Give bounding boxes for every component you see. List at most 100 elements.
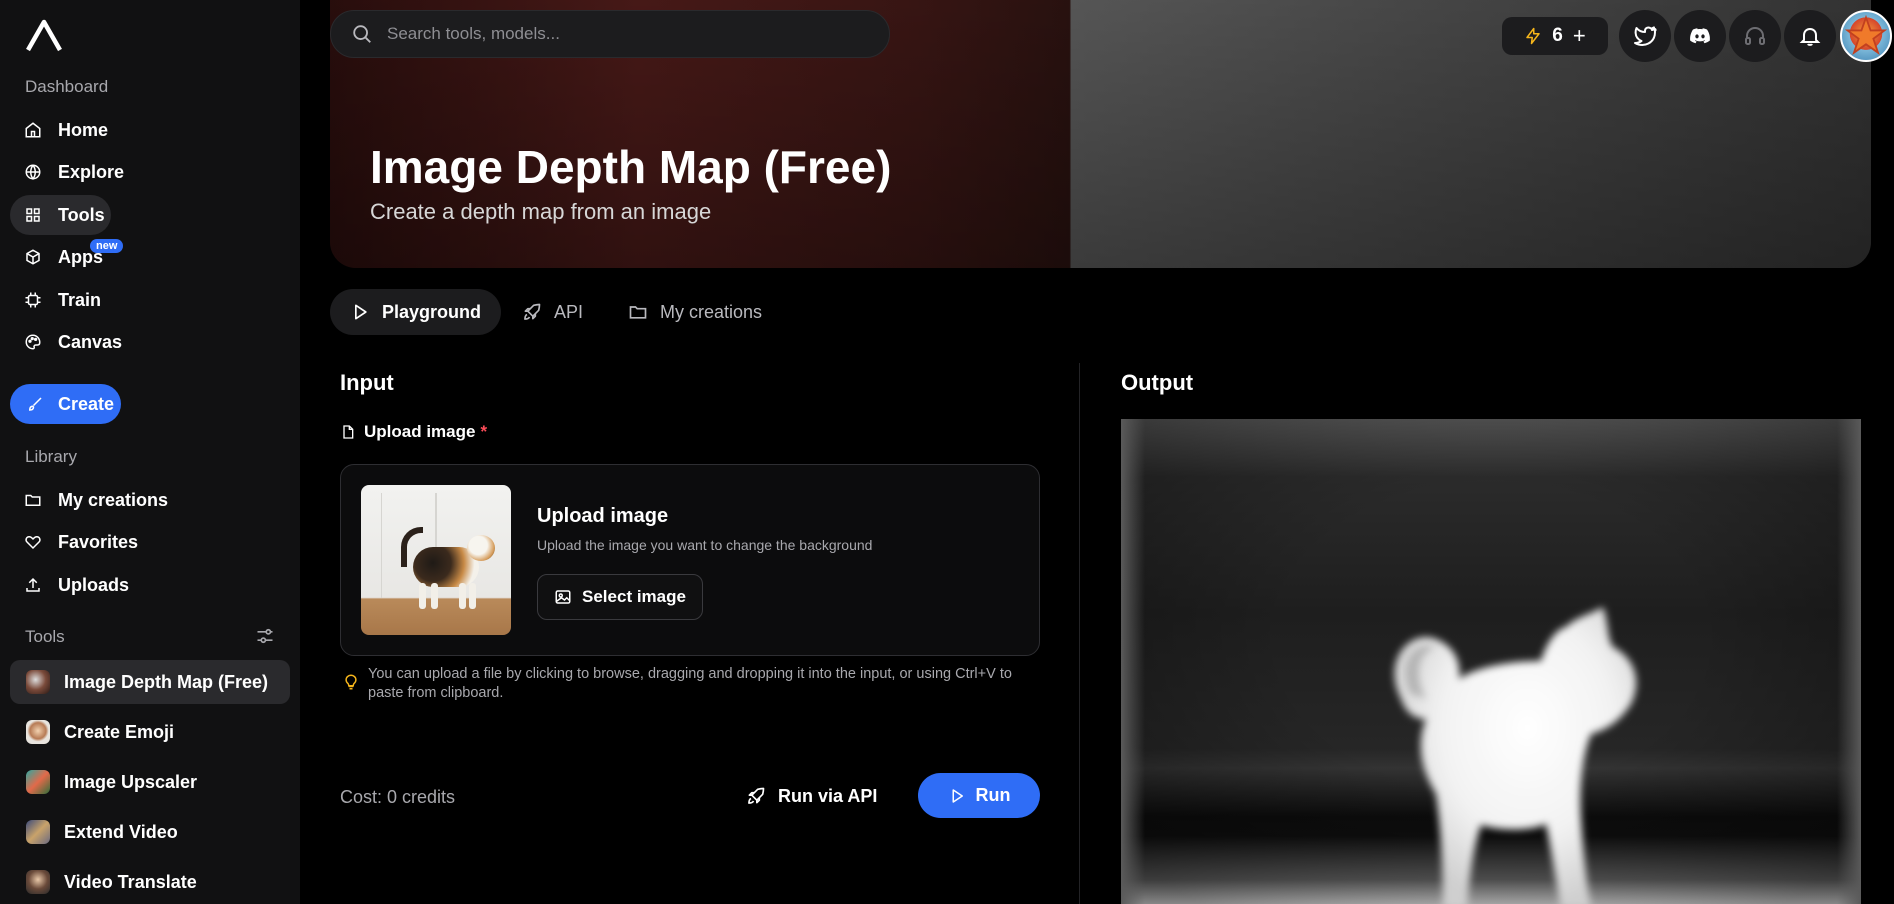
app-logo-icon[interactable] <box>24 16 64 54</box>
sidebar-item-label: Tools <box>58 204 105 225</box>
sidebar-item-home[interactable]: Home <box>10 110 290 150</box>
twitter-icon <box>1634 26 1657 46</box>
tab-label: My creations <box>660 301 763 322</box>
sidebar-item-label: Favorites <box>58 531 139 552</box>
tool-item-label: Video Translate <box>64 871 197 892</box>
run-button-label: Run <box>975 785 1011 805</box>
tab-playground[interactable]: Playground <box>330 289 502 335</box>
tools-section-label: Tools <box>25 627 65 646</box>
new-badge: new <box>90 239 124 253</box>
home-icon <box>25 122 41 138</box>
page-subtitle: Create a depth map from an image <box>370 199 712 224</box>
bolt-icon <box>1526 27 1541 45</box>
tool-item-create-emoji[interactable]: Create Emoji <box>10 710 290 754</box>
sidebar-item-my-creations[interactable]: My creations <box>10 480 290 520</box>
lightbulb-icon <box>345 674 357 690</box>
search-bar[interactable] <box>330 10 890 58</box>
rocket-icon <box>748 787 765 804</box>
credits-button[interactable]: 6 + <box>1502 17 1608 55</box>
globe-icon <box>25 164 41 180</box>
sidebar-item-apps[interactable]: Apps new <box>10 237 290 277</box>
headphones-icon <box>1745 26 1765 45</box>
sidebar-item-label: Explore <box>58 161 125 182</box>
library-section-label: Library <box>25 447 77 466</box>
upload-dropzone[interactable]: Upload image Upload the image you want t… <box>340 464 1040 656</box>
upload-hint-text: You can upload a file by clicking to bro… <box>368 666 1012 701</box>
credits-count: 6 <box>1552 25 1563 46</box>
heart-icon <box>25 535 41 550</box>
cost-label: Cost: 0 credits <box>340 787 456 807</box>
output-right-edge <box>1837 419 1861 904</box>
notifications-button[interactable] <box>1784 10 1836 62</box>
cat-leg <box>419 583 426 609</box>
cat-head <box>467 535 495 561</box>
tool-item-label: Extend Video <box>64 821 178 842</box>
tool-item-image-depth-map[interactable]: Image Depth Map (Free) <box>10 660 290 704</box>
tool-item-label: Create Emoji <box>64 721 175 742</box>
brush-icon <box>28 397 42 411</box>
select-image-label: Select image <box>582 587 686 606</box>
play-icon <box>355 304 367 320</box>
folder-icon <box>25 494 41 506</box>
tab-label: Playground <box>382 301 482 322</box>
sidebar: Dashboard Home Explore Tools Apps new Tr… <box>0 0 300 904</box>
depth-map-output-image <box>1121 419 1861 904</box>
sidebar-item-uploads[interactable]: Uploads <box>10 565 290 605</box>
tool-item-extend-video[interactable]: Extend Video <box>10 810 290 854</box>
upload-field-label: Upload image * <box>340 422 487 442</box>
uploaded-image-thumbnail <box>361 485 511 635</box>
required-mark: * <box>480 422 488 441</box>
tool-item-image-upscaler[interactable]: Image Upscaler <box>10 760 290 804</box>
select-image-button[interactable]: Select image <box>537 574 703 620</box>
tool-item-video-translate[interactable]: Video Translate <box>10 860 290 904</box>
depth-cat-silhouette <box>1394 607 1637 904</box>
output-heading: Output <box>1121 370 1194 395</box>
twitter-button[interactable] <box>1619 10 1671 62</box>
sidebar-item-train[interactable]: Train <box>10 280 290 320</box>
tool-item-label: Image Upscaler <box>64 771 198 792</box>
tool-thumbnail <box>26 870 50 894</box>
sidebar-item-label: Train <box>58 289 102 310</box>
sidebar-item-canvas[interactable]: Canvas <box>10 322 290 362</box>
support-button[interactable] <box>1729 10 1781 62</box>
discord-button[interactable] <box>1674 10 1726 62</box>
add-credits-icon[interactable]: + <box>1573 23 1586 49</box>
bell-icon <box>1799 27 1821 46</box>
create-button[interactable]: Create <box>10 384 121 424</box>
sidebar-item-favorites[interactable]: Favorites <box>10 522 290 562</box>
filter-settings-icon[interactable] <box>255 626 275 646</box>
run-via-api-button[interactable]: Run via API <box>746 774 877 818</box>
cat-leg <box>431 583 438 609</box>
folder-icon <box>629 306 647 319</box>
door-panel <box>381 493 382 598</box>
tool-item-label: Image Depth Map (Free) <box>64 671 269 692</box>
user-avatar[interactable] <box>1840 10 1892 62</box>
tab-api[interactable]: API <box>502 289 603 335</box>
upload-hint: You can upload a file by clicking to bro… <box>342 665 1042 703</box>
tool-thumbnail <box>26 720 50 744</box>
sidebar-item-tools[interactable]: Tools <box>10 195 111 235</box>
palette-icon <box>25 334 41 350</box>
sidebar-item-label: Uploads <box>58 574 130 595</box>
chip-icon <box>25 292 41 308</box>
file-icon <box>343 425 354 439</box>
sidebar-item-label: Home <box>58 119 109 140</box>
output-left-edge <box>1121 419 1145 904</box>
search-input[interactable] <box>387 24 847 44</box>
tool-thumbnail <box>26 670 50 694</box>
run-via-api-label: Run via API <box>778 785 878 806</box>
tab-label: API <box>554 301 584 322</box>
sidebar-item-explore[interactable]: Explore <box>10 152 290 192</box>
sidebar-item-label: Canvas <box>58 331 123 352</box>
starfish-icon <box>1844 14 1888 55</box>
input-heading: Input <box>340 370 394 395</box>
column-divider <box>1079 363 1080 904</box>
image-icon <box>555 590 571 604</box>
field-label-text: Upload image <box>364 422 476 441</box>
run-button[interactable]: Run <box>918 773 1040 818</box>
upload-description: Upload the image you want to change the … <box>537 537 873 553</box>
tab-my-creations[interactable]: My creations <box>608 289 782 335</box>
grid-icon <box>26 208 40 222</box>
upload-icon <box>26 577 40 592</box>
sidebar-item-label: My creations <box>58 489 169 510</box>
